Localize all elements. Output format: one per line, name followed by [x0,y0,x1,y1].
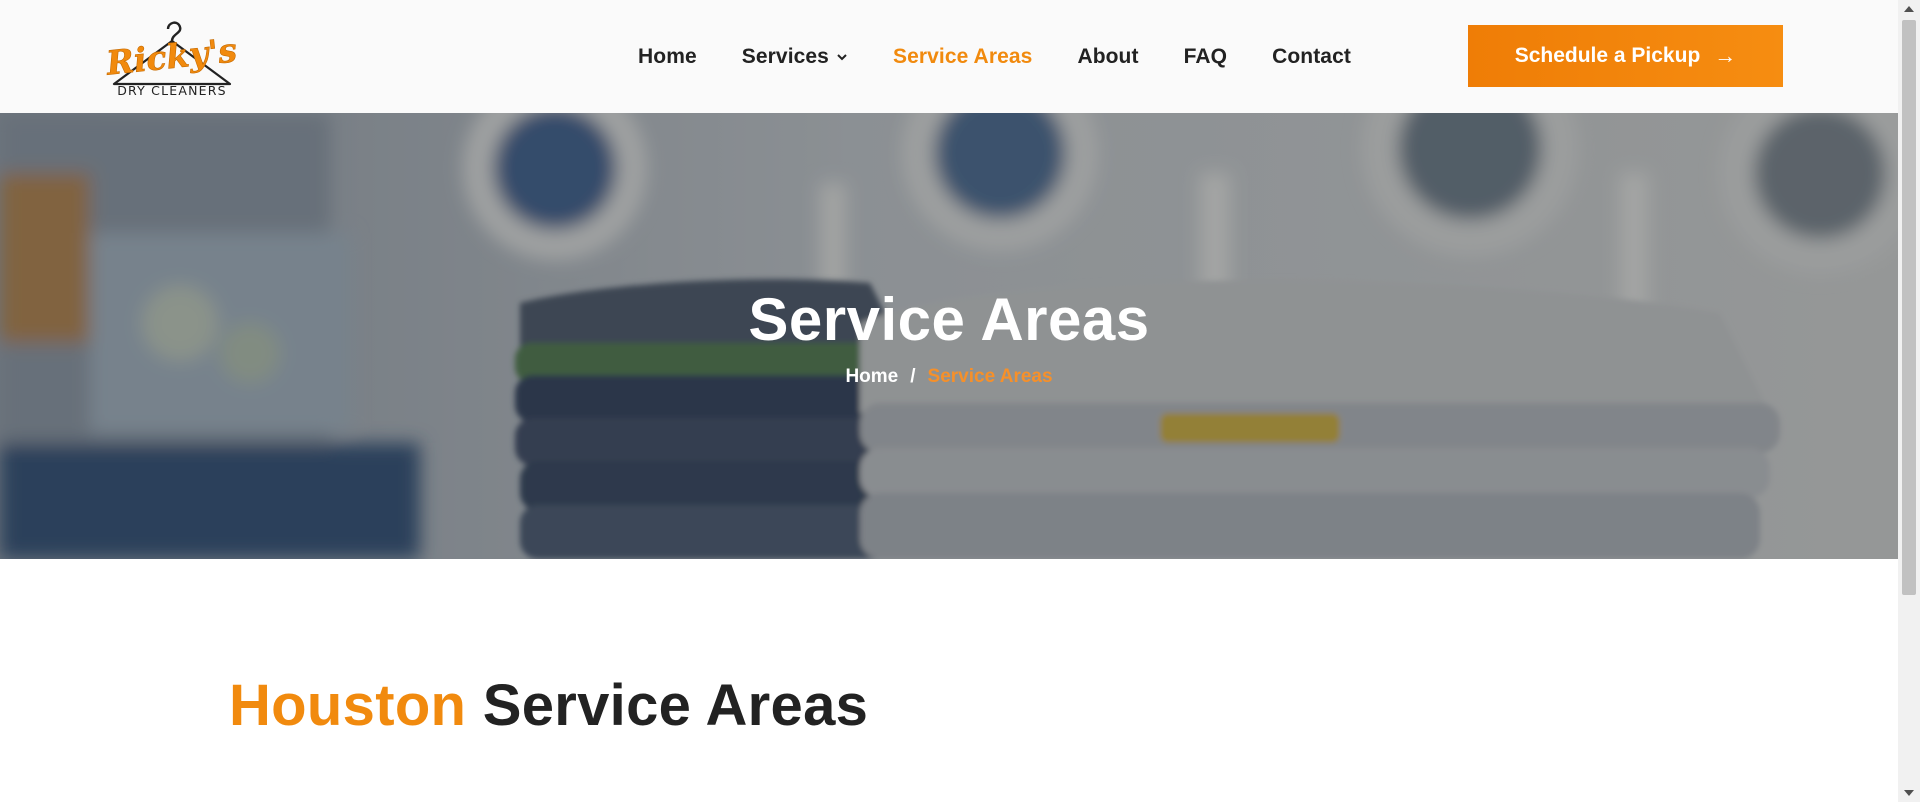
breadcrumb-home-link[interactable]: Home [845,366,898,387]
nav-item-label: Service Areas [892,44,1033,68]
page: Ricky's DRY CLEANERS Home Services Servi… [0,0,1898,802]
section-heading: Houston Service Areas [229,672,868,739]
section-heading-rest: Service Areas [482,673,869,738]
nav-item-label: About [1077,44,1139,68]
breadcrumb-separator: / [910,366,916,387]
breadcrumb-current: Service Areas [927,366,1053,387]
ricky-dry-cleaners-logo[interactable]: Ricky's DRY CLEANERS [103,10,239,98]
schedule-pickup-button[interactable]: Schedule a Pickup → [1468,25,1783,87]
nav-item-home[interactable]: Home [638,45,697,69]
page-title: Service Areas [748,286,1150,353]
arrow-right-icon: → [1714,43,1737,68]
chevron-down-icon [837,53,847,60]
nav-item-label: Home [638,44,697,68]
schedule-pickup-label: Schedule a Pickup [1514,44,1701,67]
nav-item-label: Contact [1272,44,1351,68]
scroll-down-arrow-icon[interactable] [1898,784,1920,802]
site-header: Ricky's DRY CLEANERS Home Services Servi… [0,0,1898,113]
nav-item-contact[interactable]: Contact [1272,45,1351,69]
nav-item-label: Services [741,44,829,68]
scroll-up-arrow-icon[interactable] [1898,0,1920,18]
nav-item-about[interactable]: About [1077,45,1138,69]
main-nav: Home Services Service Areas About FAQ Co… [638,0,1396,113]
page-scrollbar[interactable] [1898,0,1920,802]
logo-tagline-text: DRY CLEANERS [117,83,227,98]
nav-item-service-areas[interactable]: Service Areas [893,45,1032,69]
section-heading-accent: Houston [229,673,467,738]
scrollbar-thumb[interactable] [1902,20,1916,595]
breadcrumb: Home / Service Areas [0,366,1898,388]
hero-banner: Service Areas Home / Service Areas [0,113,1898,559]
logo-graphic: Ricky's DRY CLEANERS [103,21,239,98]
nav-item-faq[interactable]: FAQ [1184,45,1227,69]
nav-item-label: FAQ [1183,44,1228,68]
nav-item-services[interactable]: Services [742,45,848,69]
